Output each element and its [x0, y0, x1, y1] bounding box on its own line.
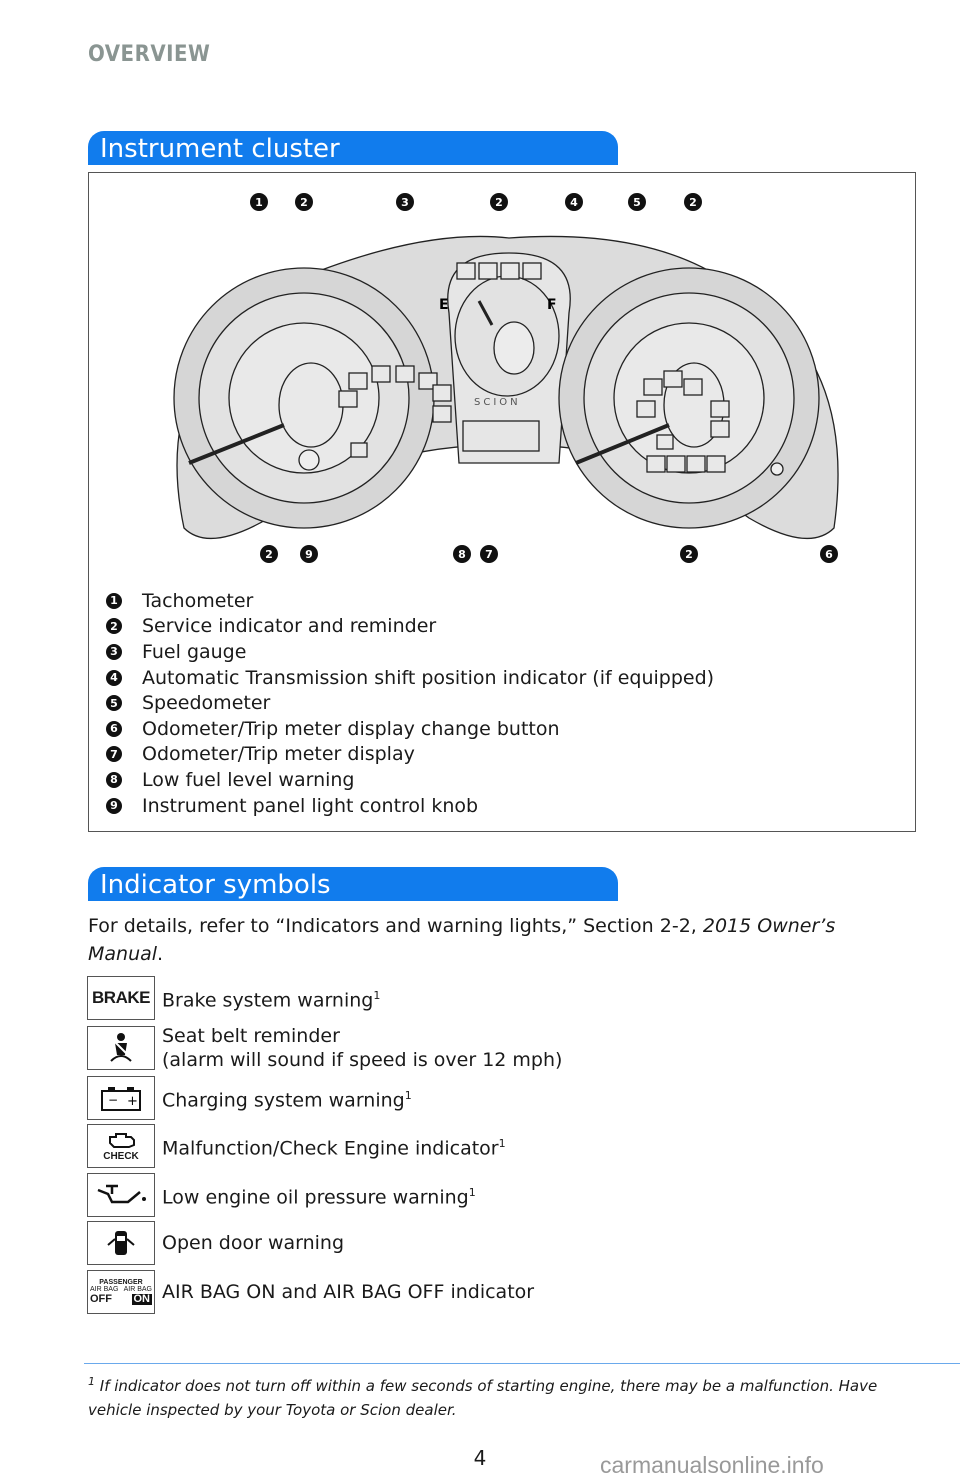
legend-item: 4 Automatic Transmission shift position i…: [106, 665, 714, 691]
svg-text:−: −: [108, 1093, 118, 1107]
callout-number: 2: [300, 196, 308, 209]
indicator-symbol-row: Open door warning: [87, 1221, 344, 1265]
indicator-label: Charging system warning1: [162, 1088, 412, 1112]
legend-item: 8 Low fuel level warning: [106, 767, 714, 793]
section-title: OVERVIEW: [88, 42, 211, 67]
odometer-display: [462, 420, 540, 452]
cluster-legend: 1 Tachometer 2 Service indicator and remind…: [106, 588, 714, 818]
indicator-label: Malfunction/Check Engine indicator1: [162, 1136, 506, 1160]
seat-belt-icon: [87, 1026, 155, 1070]
callout-bullet: 1: [106, 592, 122, 609]
callout-number: 3: [401, 196, 409, 209]
trip-button: [770, 462, 784, 476]
callout-number: 4: [570, 196, 578, 209]
indicator-label: Open door warning: [162, 1232, 345, 1254]
legend-label: Low fuel level warning: [142, 768, 355, 791]
legend-label: Speedometer: [142, 692, 271, 715]
callout-number: 2: [689, 196, 697, 209]
light-control-knob: [298, 449, 320, 471]
callout-number: 5: [633, 196, 641, 209]
oil-can-icon: [87, 1173, 155, 1217]
fuel-full-label: F: [547, 297, 557, 313]
intro-text: For details, refer to “Indicators and wa…: [88, 915, 836, 965]
callout-number: 2: [265, 548, 273, 561]
callout-number: 2: [685, 548, 693, 561]
legend-label: Service indicator and reminder: [142, 615, 437, 638]
legend-item: 5 Speedometer: [106, 690, 714, 716]
legend-label: Instrument panel light control knob: [142, 794, 479, 817]
callout-bullet: 8: [106, 771, 122, 788]
callout-bullet: 9: [106, 797, 122, 814]
callout-number: 1: [255, 196, 263, 209]
footnote-divider: [84, 1363, 960, 1364]
legend-item: 1 Tachometer: [106, 588, 714, 614]
svg-text:+: +: [127, 1094, 138, 1109]
instrument-cluster-diagram: E F SCION 1 2 3 2 4 5 2 2 9 8 7 2 6: [173, 193, 839, 563]
legend-item: 7 Odometer/Trip meter display: [106, 742, 714, 768]
legend-label: Fuel gauge: [142, 640, 247, 663]
legend-label: Automatic Transmission shift position in…: [142, 666, 715, 689]
legend-label: Odometer/Trip meter display: [142, 743, 415, 766]
fuel-empty-label: E: [439, 297, 449, 313]
indicator-symbol-row: Low engine oil pressure warning1: [87, 1173, 476, 1217]
legend-label: Odometer/Trip meter display change butto…: [142, 717, 560, 740]
legend-item: 2 Service indicator and reminder: [106, 614, 714, 640]
callout-bullet: 5: [106, 695, 122, 712]
airbag-icon: PASSENGER AIR BAG AIR BAG OFF ON: [87, 1270, 155, 1314]
callout-number: 2: [495, 196, 503, 209]
open-door-icon: [87, 1221, 155, 1265]
callout-bullet: 6: [106, 720, 122, 737]
indicator-label: Seat belt reminder (alarm will sound if s…: [162, 1025, 563, 1071]
legend-item: 6 Odometer/Trip meter display change butt…: [106, 716, 714, 742]
indicator-symbol-row: CHECK Malfunction/Check Engine indicator1: [87, 1124, 506, 1168]
instrument-cluster-heading: Instrument cluster: [88, 131, 618, 165]
indicator-label: AIR BAG ON and AIR BAG OFF indicator: [162, 1281, 535, 1303]
callout-bullet: 7: [106, 746, 122, 763]
callout-number: 8: [458, 548, 466, 561]
callout-number: 9: [305, 548, 313, 561]
indicator-symbol-row: Seat belt reminder (alarm will sound if s…: [87, 1024, 562, 1072]
brake-icon: BRAKE: [87, 976, 155, 1020]
footnote: 1 If indicator does not turn off within …: [88, 1375, 878, 1419]
indicator-symbols-heading: Indicator symbols: [88, 867, 618, 901]
indicator-symbol-row: BRAKE Brake system warning1: [87, 976, 380, 1020]
legend-item: 3 Fuel gauge: [106, 639, 714, 665]
indicator-label: Low engine oil pressure warning1: [162, 1185, 476, 1209]
legend-item: 9 Instrument panel light control knob: [106, 793, 714, 819]
callout-bullet: 4: [106, 669, 122, 686]
indicator-symbol-row: − + Charging system warning1: [87, 1076, 412, 1120]
battery-icon: − +: [87, 1076, 155, 1120]
callout-bullet: 3: [106, 643, 122, 660]
legend-label: Tachometer: [142, 589, 254, 612]
indicator-symbol-row: PASSENGER AIR BAG AIR BAG OFF ON AIR BAG ON a…: [87, 1270, 534, 1314]
callout-bullet: 2: [106, 618, 122, 635]
callout-number: 6: [825, 548, 833, 561]
check-engine-icon: CHECK: [87, 1124, 155, 1168]
brand-label: SCION: [474, 397, 521, 408]
watermark: carmanualsonline.info: [600, 1452, 824, 1478]
callout-number: 7: [485, 548, 493, 561]
indicator-label: Brake system warning1: [162, 988, 381, 1012]
